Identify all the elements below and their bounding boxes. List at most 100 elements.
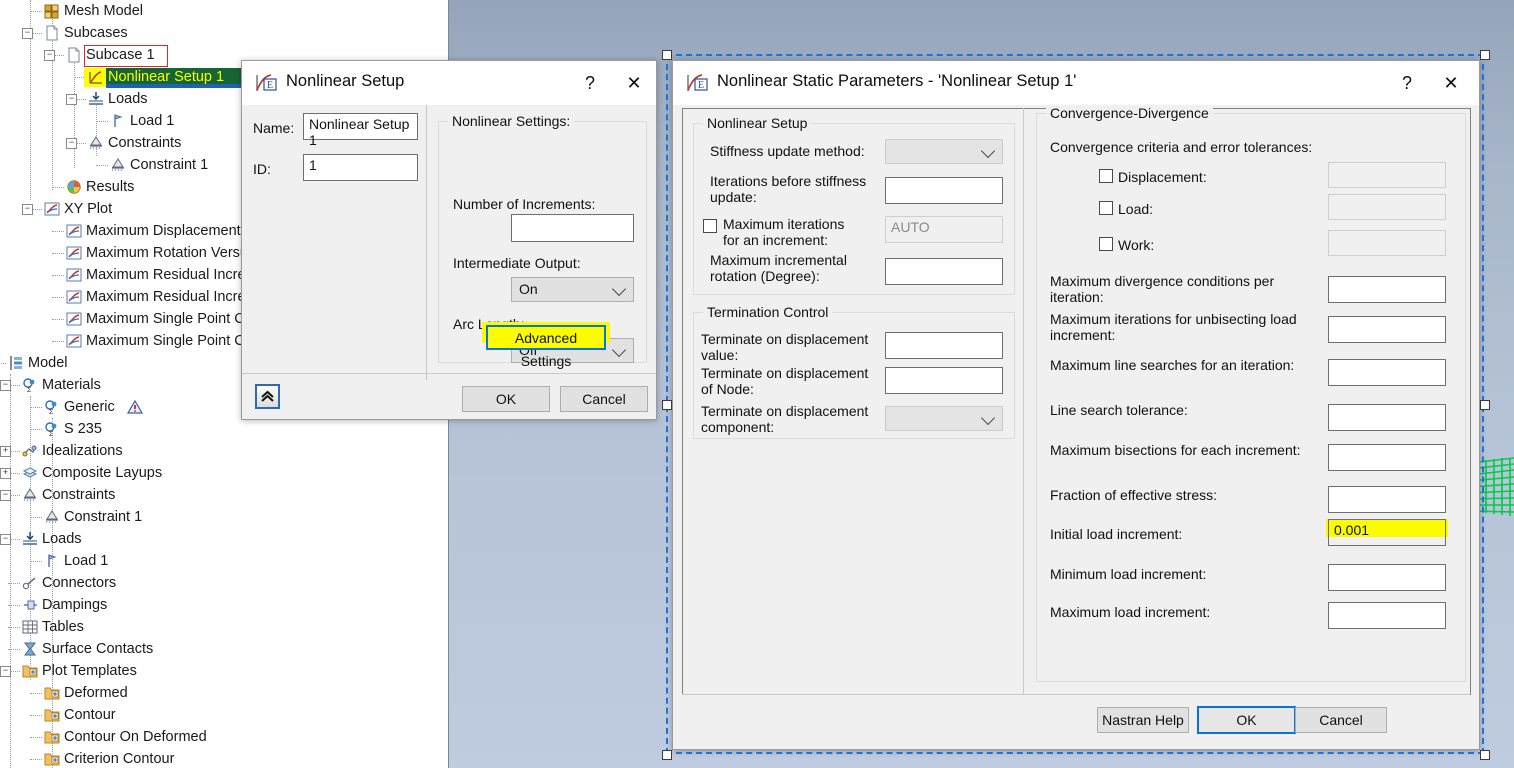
- tree-collapse-icon[interactable]: −: [0, 380, 11, 391]
- footer-divider: [242, 373, 656, 374]
- tree-item[interactable]: + Composite Layups: [0, 462, 448, 484]
- tree-item-label: Composite Layups: [42, 465, 163, 481]
- help-button[interactable]: ?: [1385, 61, 1429, 105]
- load-label: Load:: [1118, 201, 1154, 217]
- chevron-down-icon: [611, 281, 627, 296]
- tree-connector-tick: [52, 341, 64, 342]
- terminate-on-displacement-component-select[interactable]: [885, 406, 1003, 431]
- tree-item-label: Model: [28, 355, 68, 371]
- maximum-iterations-checkbox[interactable]: [703, 219, 717, 233]
- close-button[interactable]: ✕: [612, 61, 656, 105]
- cancel-button[interactable]: Cancel: [560, 386, 648, 412]
- tree-item[interactable]: − Plot Templates: [0, 660, 448, 682]
- tree-collapse-icon[interactable]: −: [0, 534, 11, 545]
- tree-item[interactable]: Connectors: [0, 572, 448, 594]
- work-tolerance-input[interactable]: [1328, 230, 1446, 256]
- tree-collapse-icon[interactable]: −: [22, 28, 33, 39]
- number-of-increments-input[interactable]: [511, 214, 634, 242]
- dialog-titlebar[interactable]: E Nonlinear Setup ? ✕: [242, 61, 656, 105]
- maximum-incremental-rotation-input[interactable]: [885, 258, 1003, 285]
- stiffness-update-method-select[interactable]: [885, 139, 1003, 164]
- max-iterations-unbisecting-input[interactable]: [1328, 316, 1446, 343]
- tree-item[interactable]: Σ S 235: [0, 418, 448, 440]
- dialog-titlebar[interactable]: E Nonlinear Static Parameters - 'Nonline…: [673, 61, 1479, 105]
- tree-item[interactable]: Load 1: [0, 550, 448, 572]
- folder-icon: [22, 663, 38, 679]
- terminate-on-displacement-value-input[interactable]: [885, 332, 1003, 359]
- tree-item[interactable]: Dampings: [0, 594, 448, 616]
- tree-expand-icon[interactable]: +: [0, 446, 11, 457]
- nastran-help-button[interactable]: Nastran Help: [1097, 707, 1189, 733]
- close-button[interactable]: ✕: [1429, 61, 1473, 105]
- resize-handle-e[interactable]: [1480, 400, 1490, 410]
- ok-label: OK: [495, 391, 517, 407]
- tree-item[interactable]: − Subcases: [0, 22, 448, 44]
- initial-load-increment-input[interactable]: 0.001: [1328, 519, 1446, 546]
- xy-plot-icon: [66, 245, 82, 261]
- tree-item[interactable]: Criterion Contour: [0, 748, 448, 768]
- help-button[interactable]: ?: [568, 61, 612, 105]
- tree-collapse-icon[interactable]: −: [0, 666, 11, 677]
- max-bisections-input[interactable]: [1328, 444, 1446, 471]
- materials-icon: Σ: [22, 377, 38, 394]
- tree-expand-icon[interactable]: +: [0, 468, 11, 479]
- intermediate-output-select[interactable]: On: [511, 277, 634, 302]
- tree-item[interactable]: + Idealizations: [0, 440, 448, 462]
- expand-collapse-button[interactable]: [255, 384, 280, 409]
- nonlinear-static-parameters-dialog[interactable]: E Nonlinear Static Parameters - 'Nonline…: [672, 60, 1480, 750]
- load-checkbox[interactable]: [1099, 201, 1113, 215]
- tree-connector-tick: [30, 759, 42, 760]
- tree-collapse-icon[interactable]: −: [0, 490, 11, 501]
- resize-handle-w[interactable]: [662, 400, 672, 410]
- tree-item[interactable]: Mesh Model: [0, 0, 448, 22]
- fraction-effective-stress-input[interactable]: [1328, 486, 1446, 513]
- resize-handle-sw[interactable]: [662, 750, 672, 760]
- connectors-icon: [22, 575, 38, 591]
- tree-connector-tick: [52, 297, 64, 298]
- dialog-title: Nonlinear Setup: [286, 72, 405, 90]
- id-input[interactable]: 1: [303, 154, 418, 181]
- folder-icon: [44, 685, 60, 701]
- tree-item[interactable]: Surface Contacts: [0, 638, 448, 660]
- initial-load-increment-label: Initial load increment:: [1050, 526, 1183, 542]
- tree-item[interactable]: − Constraints: [0, 484, 448, 506]
- line-search-tolerance-input[interactable]: [1328, 404, 1446, 431]
- tree-collapse-icon[interactable]: −: [44, 50, 55, 61]
- tree-item-label: Deformed: [64, 685, 128, 701]
- tree-collapse-icon[interactable]: −: [66, 138, 77, 149]
- max-divergence-conditions-input[interactable]: [1328, 276, 1446, 303]
- ok-button[interactable]: OK: [1197, 706, 1296, 734]
- max-line-searches-input[interactable]: [1328, 359, 1446, 386]
- resize-handle-nw[interactable]: [662, 50, 672, 60]
- terminate-on-displacement-of-node-label: Terminate on displacement of Node:: [701, 365, 869, 397]
- maximum-iterations-input[interactable]: AUTO: [885, 216, 1003, 243]
- displacement-tolerance-input[interactable]: [1328, 162, 1446, 188]
- cancel-button[interactable]: Cancel: [1295, 707, 1387, 733]
- advanced-settings-button[interactable]: Advanced Settings: [486, 325, 606, 369]
- load-tolerance-input[interactable]: [1328, 194, 1446, 220]
- iterations-before-stiffness-update-input[interactable]: [885, 177, 1003, 204]
- terminate-on-displacement-of-node-input[interactable]: [885, 367, 1003, 394]
- ok-label: OK: [1236, 712, 1257, 728]
- tree-item[interactable]: Deformed: [0, 682, 448, 704]
- tree-collapse-icon[interactable]: −: [22, 204, 33, 215]
- tree-item[interactable]: − Loads: [0, 528, 448, 550]
- tree-item-label: XY Plot: [64, 201, 113, 217]
- tree-item[interactable]: Contour On Deformed: [0, 726, 448, 748]
- tree-item[interactable]: Constraint 1: [0, 506, 448, 528]
- minimum-load-increment-input[interactable]: [1328, 564, 1446, 591]
- tree-item[interactable]: Contour: [0, 704, 448, 726]
- tree-collapse-icon[interactable]: −: [66, 94, 77, 105]
- resize-handle-ne[interactable]: [1480, 50, 1490, 60]
- displacement-checkbox[interactable]: [1099, 169, 1113, 183]
- tree-connector-tick: [52, 275, 64, 276]
- nonlinear-setup-dialog[interactable]: E Nonlinear Setup ? ✕ Name: Nonlinear Se…: [241, 60, 657, 420]
- folder-icon: [44, 751, 60, 767]
- resize-handle-se[interactable]: [1480, 750, 1490, 760]
- name-input[interactable]: Nonlinear Setup 1: [303, 113, 418, 148]
- work-checkbox[interactable]: [1099, 237, 1113, 251]
- tree-item-label: Constraint 1: [64, 509, 143, 525]
- ok-button[interactable]: OK: [462, 386, 550, 412]
- tree-item[interactable]: Tables: [0, 616, 448, 638]
- maximum-load-increment-input[interactable]: [1328, 602, 1446, 629]
